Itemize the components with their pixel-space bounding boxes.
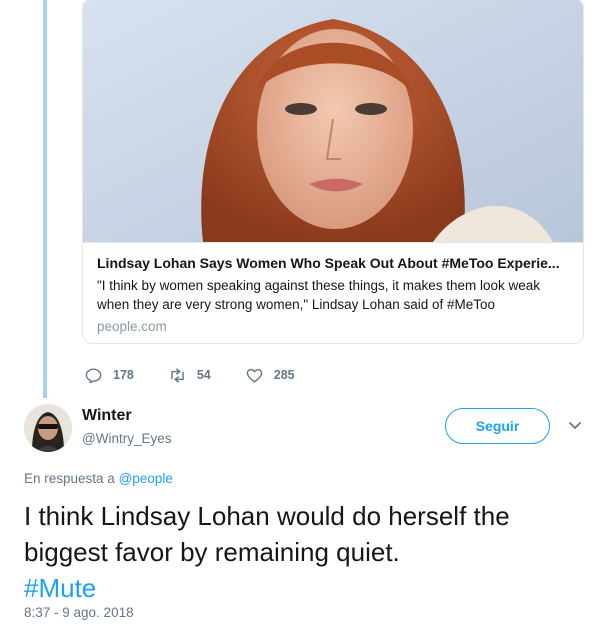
retweet-count: 54 <box>196 368 211 382</box>
reply-count: 178 <box>113 368 134 382</box>
author-display-name[interactable]: Winter <box>82 407 132 425</box>
portrait-photo-icon <box>83 0 583 242</box>
card-domain: people.com <box>97 319 167 334</box>
like-count: 285 <box>273 368 295 382</box>
hashtag-link[interactable]: #Mute <box>24 573 96 603</box>
card-image <box>83 0 583 242</box>
chevron-down-icon[interactable] <box>565 415 585 435</box>
thread-line <box>43 0 47 398</box>
avatar[interactable] <box>24 404 72 452</box>
tweet-text: I think Lindsay Lohan would do herself t… <box>24 498 594 606</box>
author-handle[interactable]: @Wintry_Eyes <box>82 431 171 446</box>
tweet-timestamp[interactable]: 8:37 - 9 ago. 2018 <box>24 605 134 620</box>
like-button[interactable]: 285 <box>245 366 295 385</box>
card-title[interactable]: Lindsay Lohan Says Women Who Speak Out A… <box>97 254 569 272</box>
reply-context-prefix: En respuesta a <box>24 471 115 486</box>
heart-icon <box>246 368 263 383</box>
retweet-button[interactable]: 54 <box>168 366 211 385</box>
tweet-actions: 178 54 285 <box>84 362 329 388</box>
follow-button[interactable]: Seguir <box>445 408 550 444</box>
avatar-photo-icon <box>24 404 72 452</box>
card-body: Lindsay Lohan Says Women Who Speak Out A… <box>83 242 583 343</box>
reply-button[interactable]: 178 <box>84 366 134 385</box>
reply-icon <box>85 367 102 383</box>
retweet-icon <box>171 367 184 383</box>
card-description: "I think by women speaking against these… <box>97 278 541 312</box>
reply-context: En respuesta a @people <box>24 471 173 486</box>
link-card[interactable]: Lindsay Lohan Says Women Who Speak Out A… <box>82 0 584 344</box>
reply-mention-link[interactable]: @people <box>119 471 173 486</box>
tweet-body: I think Lindsay Lohan would do herself t… <box>24 501 510 567</box>
